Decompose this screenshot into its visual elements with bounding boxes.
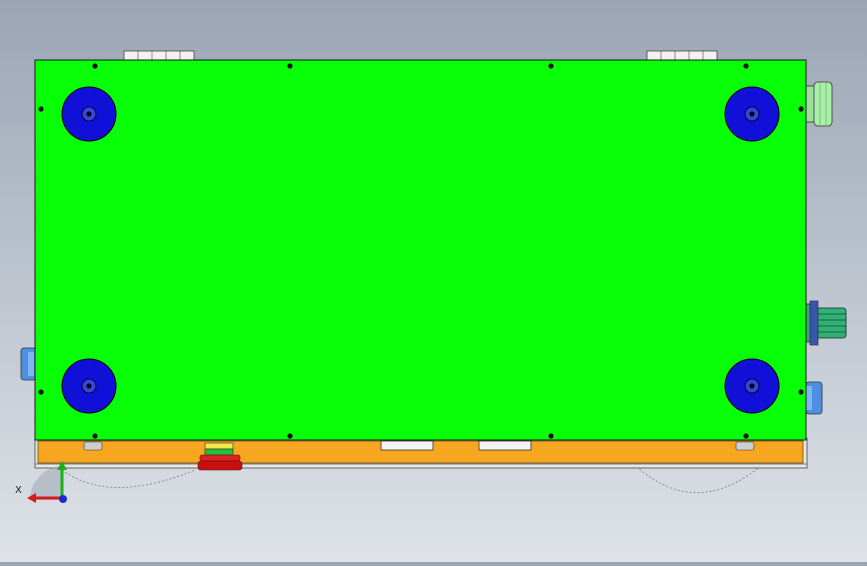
left-door-swing-arc bbox=[61, 469, 196, 488]
cad-viewport[interactable]: X bbox=[0, 0, 867, 562]
foot-bottom-left bbox=[61, 358, 117, 414]
cad-model-view bbox=[20, 50, 847, 503]
hinge-top-right bbox=[646, 50, 718, 61]
base-clip-left bbox=[83, 441, 103, 451]
foot-top-right bbox=[724, 86, 780, 142]
hinge-top-left bbox=[123, 50, 195, 61]
left-blue-connector bbox=[20, 347, 37, 381]
cable-gland-right bbox=[805, 300, 847, 346]
bottom-right-blue-connector bbox=[805, 381, 823, 415]
base-slot-1 bbox=[380, 440, 434, 451]
top-right-round-connector bbox=[805, 81, 833, 127]
foot-top-left bbox=[61, 86, 117, 142]
base-slot-2 bbox=[478, 440, 532, 451]
foot-bottom-right bbox=[724, 358, 780, 414]
triad-x-label: X bbox=[15, 485, 22, 496]
triad-z-axis bbox=[59, 495, 67, 503]
top-plate bbox=[34, 59, 807, 441]
base-clip-right bbox=[735, 441, 755, 451]
